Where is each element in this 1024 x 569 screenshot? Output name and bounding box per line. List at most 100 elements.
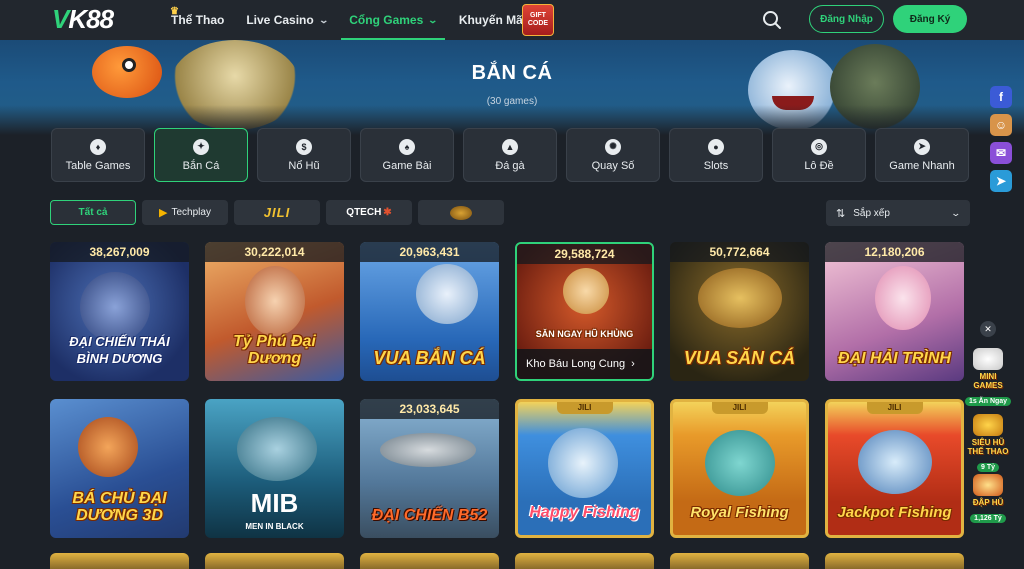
tab-label: Game Nhanh: [889, 159, 955, 172]
tab-fishing[interactable]: ✦ Bắn Cá: [154, 128, 248, 182]
tab-slots[interactable]: ● Slots: [669, 128, 763, 182]
contacts-icon[interactable]: ☺: [990, 114, 1012, 136]
game-card[interactable]: [825, 553, 964, 569]
tab-card-games[interactable]: ♠ Game Bài: [360, 128, 454, 182]
promo-sub: 1,126 Tỷ: [970, 514, 1006, 523]
game-title: BÁ CHỦ ĐẠI DƯƠNG 3D: [72, 490, 167, 524]
tab-lottery-draw[interactable]: ✺ Quay Số: [566, 128, 660, 182]
game-art: [80, 272, 150, 342]
tab-quick-games[interactable]: ➤ Game Nhanh: [875, 128, 969, 182]
chip-icon: ♦: [90, 138, 106, 155]
money-bag-icon: $: [296, 138, 312, 155]
promo-label: THẾ THAO: [967, 447, 1009, 456]
game-card[interactable]: 23,033,645 ĐẠI CHIẾN B52: [360, 399, 499, 538]
games-next-row: [50, 553, 964, 569]
register-button[interactable]: Đăng Ký: [893, 5, 967, 33]
gift-code-button[interactable]: GIFT CODE: [522, 4, 554, 36]
game-art: [245, 266, 305, 336]
game-card[interactable]: [50, 553, 189, 569]
tab-cockfighting[interactable]: ▲ Đá gà: [463, 128, 557, 182]
tab-table-games[interactable]: ♦ Table Games: [51, 128, 145, 182]
game-title: VUA SĂN CÁ: [683, 348, 796, 368]
tab-label: Quay Số: [591, 159, 635, 172]
game-card[interactable]: MIB MEN IN BLACK: [205, 399, 344, 538]
category-tabs: ♦ Table Games ✦ Bắn Cá $ Nổ Hũ ♠ Game Bài ▲ Đ…: [51, 128, 969, 182]
game-art: [875, 266, 931, 330]
tab-label: Đá gà: [495, 159, 525, 172]
nav-item-sports[interactable]: Thể Thao: [163, 0, 232, 40]
game-card[interactable]: 12,180,206 ĐẠI HẢI TRÌNH: [825, 242, 964, 381]
main-nav: Thể Thao Live Casino ⌄ Cổng Games ⌄ Khuyến…: [163, 0, 554, 40]
provider-qtech[interactable]: QTECH ✱: [326, 200, 412, 225]
game-card[interactable]: [515, 553, 654, 569]
jackpot-icon: [973, 414, 1003, 436]
sort-dropdown[interactable]: ⇅ Sắp xếp ⌄: [826, 200, 970, 226]
tab-label: Nổ Hũ: [288, 159, 320, 172]
promo-sports-jackpot[interactable]: SIÊU HŨ THẾ THAO 9 Tỷ: [960, 414, 1016, 474]
game-subtitle: MEN IN BLACK: [245, 522, 304, 531]
facebook-icon[interactable]: f: [990, 86, 1012, 108]
sea-dragon-art: [170, 40, 300, 130]
nav-item-games[interactable]: Cổng Games ⌄: [341, 0, 445, 40]
site-logo[interactable]: V K 88 ♛: [52, 3, 179, 34]
game-title: VUA BẮN CÁ: [373, 348, 486, 368]
game-card[interactable]: [205, 553, 344, 569]
login-button[interactable]: Đăng Nhập: [809, 5, 884, 33]
provider-jili[interactable]: JILI: [234, 200, 320, 225]
games-grid: 38,267,009 ĐẠI CHIẾN THÁI BÌNH DƯƠNG 30,…: [50, 242, 972, 538]
game-card[interactable]: 20,963,431 VUA BẮN CÁ: [360, 242, 499, 381]
game-card[interactable]: 38,267,009 ĐẠI CHIẾN THÁI BÌNH DƯƠNG: [50, 242, 189, 381]
provider-label: QTECH: [346, 207, 382, 218]
promo-mini-games[interactable]: MINI GAMES 1s Ăn Ngay: [960, 348, 1016, 408]
game-art: [380, 433, 476, 467]
provider-techplay[interactable]: ▶ Techplay: [142, 200, 228, 225]
jackpot-amount: 50,772,664: [670, 242, 809, 262]
game-card[interactable]: 29,588,724 SĂN NGAY HŨ KHỦNG Kho Báu Lon…: [515, 242, 654, 381]
game-art: [78, 417, 138, 477]
tab-label: Table Games: [65, 159, 131, 172]
tab-label: Bắn Cá: [182, 159, 220, 172]
game-card[interactable]: [360, 553, 499, 569]
nav-item-live-casino[interactable]: Live Casino ⌄: [238, 0, 335, 40]
messenger-icon[interactable]: ✉: [990, 142, 1012, 164]
game-hover-bar[interactable]: Kho Báu Long Cung ›: [517, 349, 652, 379]
jackpot-amount: 30,222,014: [205, 242, 344, 262]
promo-sub: 1s Ăn Ngay: [964, 397, 1012, 406]
nav-label: Thể Thao: [171, 13, 225, 27]
close-icon[interactable]: ✕: [980, 321, 996, 337]
promo-smash-jar[interactable]: ĐẬP HŨ 1,126 Tỷ: [960, 474, 1016, 525]
nav-label: Khuyến Mãi: [458, 13, 527, 27]
provider-all[interactable]: Tất cả: [50, 200, 136, 225]
game-card[interactable]: JILI Jackpot Fishing: [825, 399, 964, 538]
game-title: MIB: [250, 488, 299, 518]
game-card[interactable]: [670, 553, 809, 569]
game-card[interactable]: 50,772,664 VUA SĂN CÁ: [670, 242, 809, 381]
logo-k: K: [68, 3, 87, 34]
game-title: Tỷ Phú Đại Dương: [233, 333, 316, 367]
jackpot-amount: 23,033,645: [360, 399, 499, 419]
game-art: [563, 268, 609, 314]
game-art: [416, 264, 478, 324]
jackpot-amount: 29,588,724: [517, 244, 652, 264]
chevron-down-icon: ⌄: [427, 14, 439, 25]
nav-label: Cổng Games: [349, 13, 424, 27]
search-icon[interactable]: [758, 6, 786, 34]
tab-slots-jackpot[interactable]: $ Nổ Hũ: [257, 128, 351, 182]
game-name: Kho Báu Long Cung: [526, 358, 626, 370]
techplay-icon: ▶: [159, 207, 168, 219]
game-card[interactable]: BÁ CHỦ ĐẠI DƯƠNG 3D: [50, 399, 189, 538]
lottery-icon: ◎: [811, 138, 827, 155]
game-card[interactable]: JILI Happy Fishing: [515, 399, 654, 538]
wheel-icon: ✺: [605, 138, 621, 155]
tab-label: Slots: [703, 159, 729, 172]
tab-lo-de[interactable]: ◎ Lô Đề: [772, 128, 866, 182]
provider-kingmaker[interactable]: [418, 200, 504, 225]
dice-icon: [973, 348, 1003, 370]
chevron-down-icon: ⌄: [950, 207, 962, 218]
game-card[interactable]: 30,222,014 Tỷ Phú Đại Dương: [205, 242, 344, 381]
gift-label: GIFT: [530, 12, 546, 19]
telegram-icon[interactable]: ➤: [990, 170, 1012, 192]
jackpot-amount: 12,180,206: [825, 242, 964, 262]
game-card[interactable]: JILI Royal Fishing: [670, 399, 809, 538]
promo-label: ĐẬP HŨ: [972, 498, 1004, 507]
